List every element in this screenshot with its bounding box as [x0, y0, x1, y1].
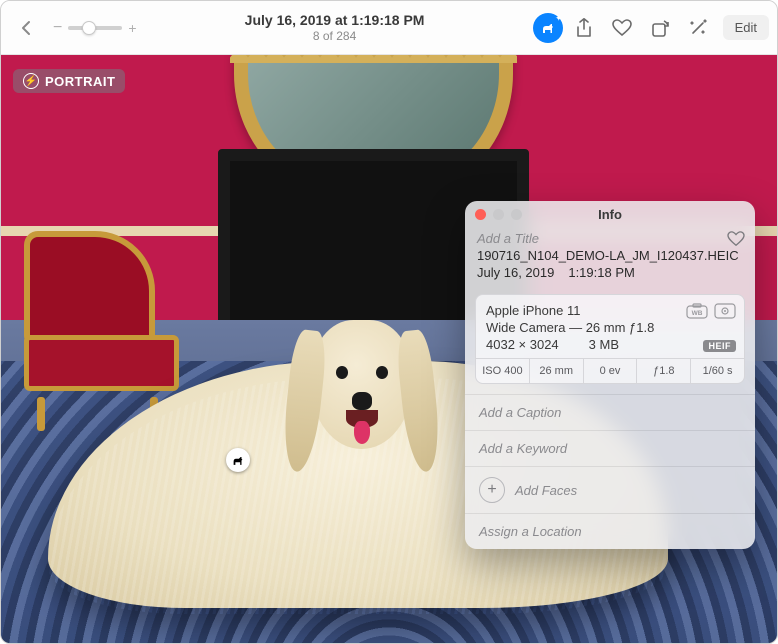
edit-button[interactable]: Edit	[723, 15, 769, 40]
favorite-button[interactable]	[605, 11, 639, 45]
format-badge: HEIF	[703, 340, 736, 352]
info-header: Add a Title 190716_N104_DEMO-LA_JM_I1204…	[465, 227, 755, 288]
raw-wb-icon: WB	[686, 303, 708, 319]
exif-grid: ISO 400 26 mm 0 ev ƒ1.8 1/60 s	[476, 358, 744, 383]
add-faces-row[interactable]: + Add Faces	[465, 466, 755, 513]
exif-lens: Wide Camera — 26 mm ƒ1.8	[486, 320, 734, 335]
zoom-in-icon: +	[128, 20, 136, 36]
info-panel-title: Info	[465, 207, 755, 222]
svg-text:WB: WB	[692, 310, 703, 317]
title-block: July 16, 2019 at 1:19:18 PM 8 of 284	[143, 12, 527, 43]
rotate-button[interactable]	[643, 11, 677, 45]
photo-position: 8 of 284	[143, 29, 527, 43]
enhance-button[interactable]	[681, 11, 715, 45]
zoom-control[interactable]: − +	[53, 19, 137, 37]
exif-iso: ISO 400	[476, 359, 530, 383]
zoom-slider-knob[interactable]	[82, 21, 96, 35]
zoom-slider[interactable]	[68, 26, 122, 30]
portrait-badge-label: PORTRAIT	[45, 74, 115, 89]
sparkle-icon: ✦	[555, 13, 563, 24]
rotate-icon	[650, 18, 670, 38]
metering-icon	[714, 303, 736, 319]
add-faces-label: Add Faces	[515, 483, 577, 498]
chevron-left-icon	[20, 20, 32, 36]
exif-aperture: ƒ1.8	[637, 359, 691, 383]
photo-datetime: July 16, 2019 at 1:19:18 PM	[143, 12, 527, 28]
flash-icon: ⚡	[23, 73, 39, 89]
share-button[interactable]	[567, 11, 601, 45]
pet-icon	[540, 22, 556, 34]
location-input[interactable]: Assign a Location	[465, 513, 755, 549]
heart-icon	[612, 19, 632, 37]
exif-card: Apple iPhone 11 Wide Camera — 26 mm ƒ1.8…	[475, 294, 745, 384]
title-input[interactable]: Add a Title	[477, 231, 743, 246]
filename-label: 190716_N104_DEMO-LA_JM_I120437.HEIC	[477, 248, 743, 263]
photos-viewer-window: − + July 16, 2019 at 1:19:18 PM 8 of 284…	[0, 0, 778, 644]
toolbar: − + July 16, 2019 at 1:19:18 PM 8 of 284…	[1, 1, 777, 55]
keyword-input[interactable]: Add a Keyword	[465, 430, 755, 466]
share-icon	[575, 18, 593, 38]
photo-viewport[interactable]: ⚡ PORTRAIT Info Add a Title 190716_N104_…	[1, 55, 777, 643]
exif-focal: 26 mm	[530, 359, 584, 383]
portrait-badge: ⚡ PORTRAIT	[13, 69, 125, 93]
info-date: July 16, 2019	[477, 265, 554, 280]
pet-icon	[231, 455, 245, 466]
plus-icon: +	[479, 477, 505, 503]
toolbar-right: ✦ Edit	[533, 11, 769, 45]
back-button[interactable]	[9, 11, 43, 45]
pet-detection-button[interactable]: ✦	[533, 13, 563, 43]
exif-ev: 0 ev	[584, 359, 638, 383]
exif-filesize: 3 MB	[589, 337, 619, 352]
wand-icon	[688, 18, 708, 38]
exif-dimensions: 4032 × 3024	[486, 337, 559, 352]
info-time: 1:19:18 PM	[568, 265, 635, 280]
zoom-out-icon: −	[53, 19, 62, 37]
info-favorite-button[interactable]	[727, 231, 745, 247]
info-panel: Info Add a Title 190716_N104_DEMO-LA_JM_…	[465, 201, 755, 549]
exif-shutter: 1/60 s	[691, 359, 744, 383]
info-titlebar[interactable]: Info	[465, 201, 755, 227]
heart-icon	[727, 231, 745, 247]
caption-input[interactable]: Add a Caption	[465, 394, 755, 430]
